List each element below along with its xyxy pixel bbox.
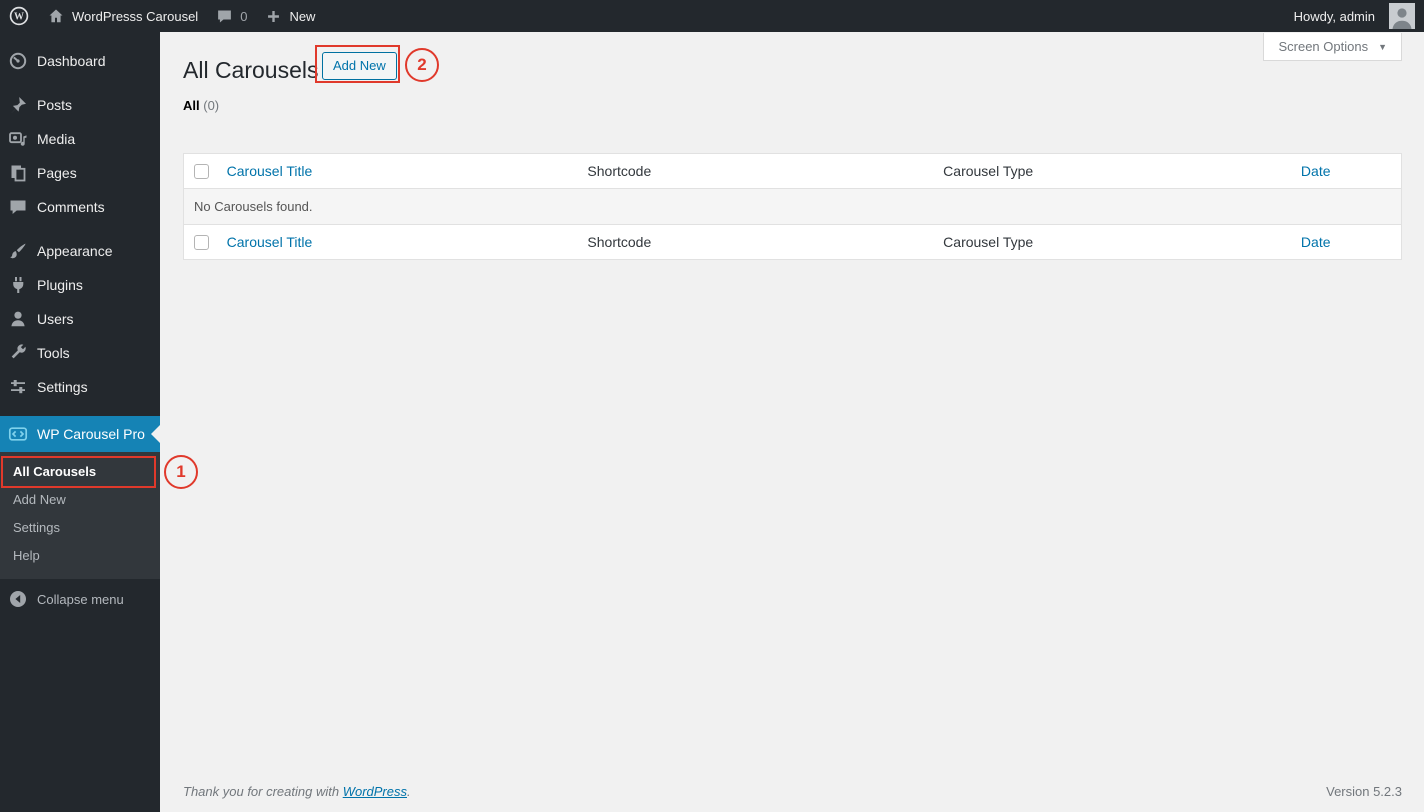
column-footer-date[interactable]: Date: [1301, 234, 1331, 250]
sidebar-item-label: Pages: [37, 165, 77, 181]
sidebar-item-label: Media: [37, 131, 76, 147]
submenu-item-label: Help: [13, 548, 40, 563]
pages-icon: [11, 165, 26, 182]
menu-separator: [0, 224, 160, 234]
sidebar-item-label: Users: [37, 311, 74, 327]
carousels-list-table: Carousel Title Shortcode Carousel Type D…: [183, 153, 1402, 260]
pushpin-icon: [11, 97, 26, 114]
footer-version-text: Version 5.2.3: [1326, 784, 1402, 799]
wp-carousel-submenu: All Carousels Add New Settings Help: [0, 452, 160, 579]
column-footer-carousel-type: Carousel Type: [943, 234, 1034, 250]
wordpress-logo-icon: W: [9, 6, 29, 26]
collapse-arrow-icon: [10, 591, 26, 607]
collapse-menu-button[interactable]: Collapse menu: [0, 582, 160, 616]
submenu-item-label: Add New: [13, 492, 66, 507]
submenu-item-settings[interactable]: Settings: [0, 514, 160, 542]
sliders-icon: [11, 380, 25, 394]
plug-icon: [13, 277, 24, 293]
submenu-item-all-carousels[interactable]: All Carousels: [0, 458, 160, 486]
user-icon: [11, 311, 25, 327]
chevron-down-icon: ▼: [1378, 41, 1387, 52]
new-label: New: [289, 8, 316, 24]
sidebar-item-label: Dashboard: [37, 53, 106, 69]
comment-bubble-icon: [10, 200, 26, 214]
footer-thanks-suffix: .: [407, 784, 411, 799]
screen-options-button[interactable]: Screen Options ▼: [1263, 33, 1402, 61]
screen-options-label: Screen Options: [1278, 39, 1369, 54]
admin-bar: W WordPresss Carousel 0 New Howdy, admin: [0, 0, 1424, 32]
sidebar-item-label: WP Carousel Pro: [37, 426, 145, 442]
sidebar-item-dashboard[interactable]: Dashboard: [0, 44, 160, 78]
menu-separator: [0, 404, 160, 416]
column-header-shortcode: Shortcode: [587, 163, 652, 179]
menu-separator: [0, 78, 160, 88]
avatar: [1389, 3, 1415, 29]
site-name-label: WordPresss Carousel: [72, 8, 199, 24]
carousel-icon: [8, 427, 28, 441]
howdy-label: Howdy, admin: [1293, 8, 1375, 24]
sidebar-item-label: Plugins: [37, 277, 83, 293]
sidebar-item-label: Appearance: [37, 243, 113, 259]
main-content: Screen Options ▼ All Carousels Add New A…: [160, 32, 1424, 812]
wordpress-logo-menu[interactable]: W: [0, 0, 38, 32]
select-all-checkbox-bottom[interactable]: [194, 235, 209, 251]
column-footer-carousel-title[interactable]: Carousel Title: [227, 234, 313, 250]
comment-bubble-icon: [218, 10, 232, 22]
sidebar-item-settings[interactable]: Settings: [0, 370, 160, 404]
table-empty-row: No Carousels found.: [183, 188, 1402, 225]
column-header-carousel-title[interactable]: Carousel Title: [227, 163, 313, 179]
filter-all-label: All: [183, 98, 200, 113]
submenu-item-help[interactable]: Help: [0, 542, 160, 570]
new-content-menu[interactable]: New: [256, 0, 324, 32]
filter-links: All (0): [183, 98, 219, 113]
sidebar-item-media[interactable]: Media: [0, 122, 160, 156]
admin-sidebar: Dashboard Posts Media Pages Comments App…: [0, 32, 160, 812]
comments-admin-bar-link[interactable]: 0: [207, 0, 256, 32]
footer-thanks-prefix: Thank you for creating with: [183, 784, 343, 799]
submenu-item-label: Settings: [13, 520, 60, 535]
submenu-item-add-new[interactable]: Add New: [0, 486, 160, 514]
sidebar-item-label: Tools: [37, 345, 70, 361]
table-footer-row: Carousel Title Shortcode Carousel Type D…: [183, 224, 1402, 260]
filter-all-link[interactable]: All (0): [183, 98, 219, 113]
media-camera-icon: [9, 132, 27, 146]
collapse-menu-label: Collapse menu: [37, 591, 124, 607]
sidebar-item-tools[interactable]: Tools: [0, 336, 160, 370]
sidebar-item-comments[interactable]: Comments: [0, 190, 160, 224]
add-new-button[interactable]: Add New: [322, 52, 397, 80]
sidebar-item-label: Settings: [37, 379, 88, 395]
sidebar-item-posts[interactable]: Posts: [0, 88, 160, 122]
wrench-icon: [11, 344, 26, 359]
table-header-row: Carousel Title Shortcode Carousel Type D…: [183, 153, 1402, 189]
sidebar-item-plugins[interactable]: Plugins: [0, 268, 160, 302]
sidebar-item-appearance[interactable]: Appearance: [0, 234, 160, 268]
column-footer-shortcode: Shortcode: [587, 234, 652, 250]
dashboard-gauge-icon: [9, 52, 27, 70]
plus-icon: [268, 10, 280, 22]
svg-text:W: W: [14, 12, 24, 23]
sidebar-item-users[interactable]: Users: [0, 302, 160, 336]
page-title: All Carousels: [183, 57, 319, 83]
wordpress-footer-link[interactable]: WordPress: [343, 784, 407, 799]
home-icon: [49, 9, 63, 23]
submenu-item-label: All Carousels: [13, 464, 97, 479]
sidebar-item-pages[interactable]: Pages: [0, 156, 160, 190]
column-header-carousel-type: Carousel Type: [943, 163, 1034, 179]
sidebar-item-wp-carousel-pro[interactable]: WP Carousel Pro: [0, 416, 160, 452]
sidebar-item-label: Comments: [37, 199, 105, 215]
site-name-link[interactable]: WordPresss Carousel: [38, 0, 207, 32]
comments-count-badge: 0: [240, 8, 248, 24]
howdy-account-menu[interactable]: Howdy, admin: [1285, 0, 1424, 32]
column-header-date[interactable]: Date: [1301, 163, 1331, 179]
paintbrush-icon: [10, 243, 26, 259]
footer-thanks-text: Thank you for creating with WordPress.: [183, 784, 411, 799]
select-all-checkbox[interactable]: [194, 164, 209, 180]
filter-all-count: (0): [203, 98, 220, 113]
no-items-message: No Carousels found.: [183, 188, 1402, 225]
sidebar-item-label: Posts: [37, 97, 73, 113]
